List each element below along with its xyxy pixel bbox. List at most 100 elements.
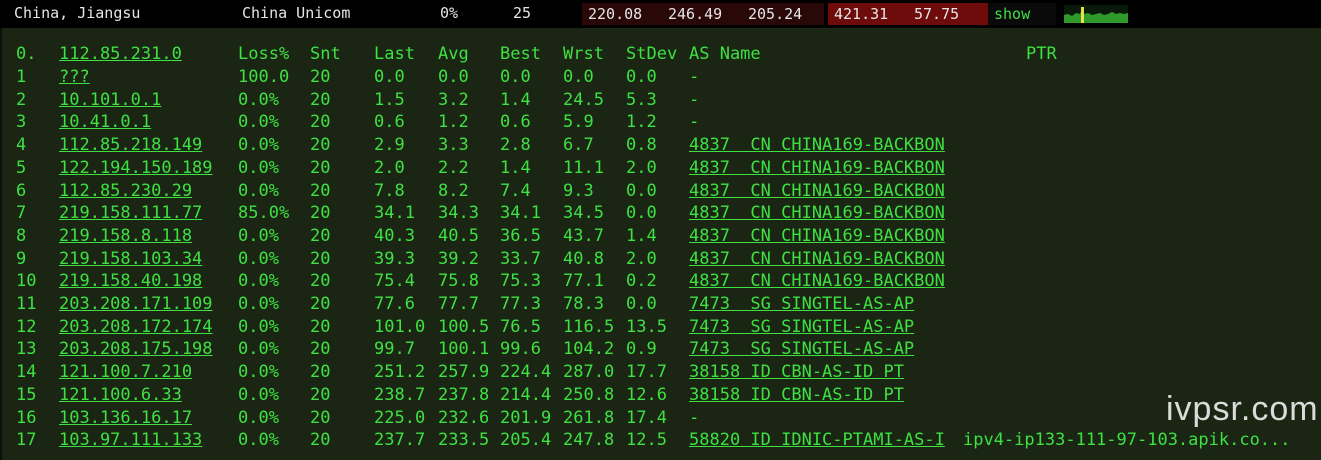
hop-wrst: 24.5 xyxy=(563,89,604,110)
hop-asname-link[interactable]: 4837 CN CHINA169-BACKBON xyxy=(689,271,945,291)
hop-snt: 20 xyxy=(310,157,331,178)
hop-ip-link[interactable]: ??? xyxy=(59,67,90,87)
hop-last: 7.8 xyxy=(374,180,405,201)
hop-wrst: 287.0 xyxy=(563,362,615,383)
hop-ip-link[interactable]: 219.158.8.118 xyxy=(59,226,192,246)
hop-wrst: 43.7 xyxy=(563,225,604,246)
hop-ip-link[interactable]: 122.194.150.189 xyxy=(59,158,213,178)
hop-ip-link[interactable]: 10.41.0.1 xyxy=(59,112,151,132)
location-label: China, Jiangsu xyxy=(14,4,141,22)
hop-wrst: 78.3 xyxy=(563,294,604,314)
hop-loss: 0.0% xyxy=(238,339,279,360)
hop-snt: 20 xyxy=(310,67,331,87)
target-ip-link[interactable]: 112.85.231.0 xyxy=(59,44,182,64)
hop-asname-link[interactable]: 4837 CN CHINA169-BACKBON xyxy=(689,249,945,269)
hop-loss: 0.0% xyxy=(238,362,279,383)
hop-ip-link[interactable]: 112.85.218.149 xyxy=(59,135,202,155)
hop-asname-link[interactable]: 58820 ID IDNIC-PTAMI-AS-I xyxy=(689,430,945,450)
hop-asname-link[interactable]: 4837 CN CHINA169-BACKBON xyxy=(689,135,945,155)
hop-stdev: 17.4 xyxy=(626,407,667,428)
hop-asname: - xyxy=(689,89,700,110)
table-row: 2 10.101.0.1 0.0% 20 1.5 3.2 1.4 24.5 5.3 - xyxy=(2,90,1321,112)
hop-last: 237.7 xyxy=(374,430,426,451)
hop-asname-link[interactable]: 38158 ID CBN-AS-ID PT xyxy=(689,362,904,382)
hop-ptr: ipv4-ip133-111-97-103.apik.co... xyxy=(963,430,1291,451)
hop-loss: 0.0% xyxy=(238,248,279,269)
hop-number: 11 xyxy=(16,294,37,314)
hop-ip-link[interactable]: 121.100.7.210 xyxy=(59,362,192,382)
hop-loss: 85.0% xyxy=(238,203,290,224)
hop-ip-link[interactable]: 203.208.175.198 xyxy=(59,339,213,359)
hop-loss: 0.0% xyxy=(238,294,279,314)
hop-asname-link[interactable]: 7473 SG SINGTEL-AS-AP xyxy=(689,294,914,314)
hop-avg: 40.5 xyxy=(438,225,479,246)
header-asname: AS Name xyxy=(689,44,761,64)
hop-asname-link[interactable]: 4837 CN CHINA169-BACKBON xyxy=(689,158,945,178)
hop-snt: 20 xyxy=(310,112,331,133)
count-value: 25 xyxy=(513,4,532,22)
hop-last: 34.1 xyxy=(374,203,415,224)
hop-best: 224.4 xyxy=(500,362,552,383)
hop-best: 0.6 xyxy=(500,112,531,133)
show-link[interactable]: show xyxy=(988,3,1056,25)
hop-wrst: 34.5 xyxy=(563,203,604,224)
hop-best: 1.4 xyxy=(500,89,531,110)
hop-asname-link[interactable]: 38158 ID CBN-AS-ID PT xyxy=(689,385,904,405)
hop-last: 238.7 xyxy=(374,384,426,405)
hop-best: 205.4 xyxy=(500,430,552,451)
hop-snt: 20 xyxy=(310,180,331,201)
latency-box-4: 421.31 xyxy=(828,3,910,25)
hop-ip-link[interactable]: 112.85.230.29 xyxy=(59,181,192,201)
header-hop: 0. xyxy=(16,44,37,64)
latency-box-3: 205.24 xyxy=(742,3,824,25)
hop-snt: 20 xyxy=(310,294,331,314)
table-row: 13 203.208.175.198 0.0% 20 99.7 100.1 99.6 104.… xyxy=(2,339,1321,361)
hop-wrst: 9.3 xyxy=(563,180,594,201)
hop-number: 2 xyxy=(16,89,27,110)
hop-ip-link[interactable]: 121.100.6.33 xyxy=(59,385,182,405)
hop-ip-link[interactable]: 219.158.40.198 xyxy=(59,271,202,291)
hop-number: 5 xyxy=(16,157,27,178)
hop-best: 7.4 xyxy=(500,180,531,201)
hop-ip-link[interactable]: 203.208.172.174 xyxy=(59,317,213,337)
hop-snt: 20 xyxy=(310,135,331,156)
table-row: 6 112.85.230.29 0.0% 20 7.8 8.2 7.4 9.3 0.0 4837 … xyxy=(2,181,1321,203)
hop-stdev: 12.6 xyxy=(626,384,667,405)
hop-ip-link[interactable]: 203.208.171.109 xyxy=(59,294,213,314)
table-row: 16 103.136.16.17 0.0% 20 225.0 232.6 201.9 261.… xyxy=(2,408,1321,430)
hop-wrst: 104.2 xyxy=(563,339,615,360)
hop-avg: 237.8 xyxy=(438,384,490,405)
hop-avg: 77.7 xyxy=(438,294,479,314)
hop-ip-link[interactable]: 219.158.111.77 xyxy=(59,203,202,223)
hop-snt: 20 xyxy=(310,248,331,269)
header-ptr: PTR xyxy=(1026,44,1057,64)
loss-value: 0% xyxy=(440,4,459,22)
hop-snt: 20 xyxy=(310,316,331,337)
hop-last: 40.3 xyxy=(374,225,415,246)
table-row: 10 219.158.40.198 0.0% 20 75.4 75.8 75.3 77.1 0.… xyxy=(2,271,1321,293)
hop-number: 13 xyxy=(16,339,37,360)
hop-last: 1.5 xyxy=(374,89,405,110)
hop-last: 77.6 xyxy=(374,294,415,314)
hop-wrst: 247.8 xyxy=(563,430,615,451)
hop-asname-link[interactable]: 7473 SG SINGTEL-AS-AP xyxy=(689,339,914,359)
hop-last: 99.7 xyxy=(374,339,415,360)
table-row: 11 203.208.171.109 0.0% 20 77.6 77.7 77.3 78.3 0… xyxy=(2,294,1321,316)
hop-ip-link[interactable]: 219.158.103.34 xyxy=(59,249,202,269)
hop-ip-link[interactable]: 103.136.16.17 xyxy=(59,408,192,428)
hop-stdev: 0.2 xyxy=(626,271,657,292)
hop-wrst: 250.8 xyxy=(563,384,615,405)
hop-loss: 0.0% xyxy=(238,180,279,201)
hop-wrst: 5.9 xyxy=(563,112,594,133)
hop-ip-link[interactable]: 103.97.111.133 xyxy=(59,430,202,450)
hop-stdev: 0.8 xyxy=(626,135,657,156)
hop-asname-link[interactable]: 4837 CN CHINA169-BACKBON xyxy=(689,226,945,246)
hop-ip-link[interactable]: 10.101.0.1 xyxy=(59,90,161,110)
hop-asname-link[interactable]: 4837 CN CHINA169-BACKBON xyxy=(689,181,945,201)
hop-best: 36.5 xyxy=(500,225,541,246)
hop-loss: 0.0% xyxy=(238,407,279,428)
hop-asname-link[interactable]: 4837 CN CHINA169-BACKBON xyxy=(689,203,945,223)
hop-best: 34.1 xyxy=(500,203,541,224)
hop-asname-link[interactable]: 7473 SG SINGTEL-AS-AP xyxy=(689,317,914,337)
hop-stdev: 0.0 xyxy=(626,294,657,314)
